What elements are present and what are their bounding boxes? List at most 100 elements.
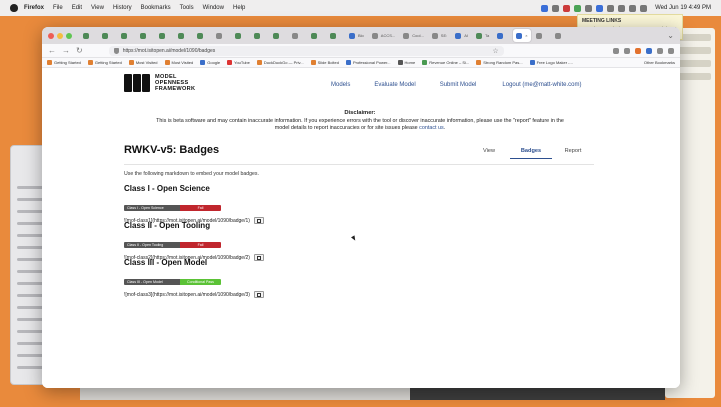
browser-tab[interactable]: AI <box>452 29 471 42</box>
nav-evaluate-link[interactable]: Evaluate Model <box>374 82 415 88</box>
tray-app-icon[interactable] <box>585 4 593 12</box>
menu-view[interactable]: View <box>91 5 104 11</box>
browser-tab[interactable] <box>251 29 268 42</box>
close-window-button[interactable] <box>48 32 54 39</box>
shield-icon[interactable] <box>113 47 119 54</box>
browser-tab[interactable] <box>552 29 569 42</box>
browser-tab[interactable] <box>194 29 211 42</box>
pocket-icon[interactable] <box>613 47 619 54</box>
bookmark-item[interactable]: Most Visited <box>164 60 193 65</box>
reload-icon[interactable]: ↻ <box>76 46 83 55</box>
nav-models-link[interactable]: Models <box>331 82 350 88</box>
site-header: MODEL OPENNESS FRAMEWORK Models Evaluate… <box>124 74 604 100</box>
extension-icon[interactable] <box>646 47 652 54</box>
browser-tab[interactable]: ACCS... <box>369 29 398 42</box>
bookmark-item[interactable]: Professional Power... <box>345 60 391 65</box>
extension-icon[interactable] <box>635 47 641 54</box>
browser-tab[interactable]: × <box>513 29 531 42</box>
bookmark-item[interactable]: YouTube <box>227 60 250 65</box>
favicon-icon <box>197 32 203 39</box>
bookmark-item[interactable]: Google <box>200 60 220 65</box>
url-text[interactable]: https://mot.isitopen.ai/model/1090/badge… <box>123 48 216 54</box>
menu-clock[interactable]: Wed Jun 19 4:49 PM <box>655 5 711 11</box>
tab-list-icon[interactable]: ⌄ <box>667 31 674 40</box>
browser-tab[interactable] <box>137 29 154 42</box>
browser-tab[interactable] <box>308 29 325 42</box>
tray-app-icon[interactable] <box>574 4 582 12</box>
browser-tab[interactable] <box>156 29 173 42</box>
favicon-icon <box>371 32 378 39</box>
browser-tab[interactable] <box>533 29 550 42</box>
bookmark-item[interactable]: Revenue Online – Si... <box>422 60 469 65</box>
bookmark-item[interactable]: Getting Started <box>47 60 81 65</box>
bookmark-item[interactable]: DuckDuckGo — Priv... <box>256 60 304 65</box>
wifi-icon[interactable] <box>607 4 615 12</box>
address-bar[interactable]: https://mot.isitopen.ai/model/1090/badge… <box>108 45 504 56</box>
contact-us-link[interactable]: contact us <box>419 125 444 131</box>
tray-app-icon[interactable] <box>596 4 604 12</box>
menu-history[interactable]: History <box>113 5 132 11</box>
menu-window[interactable]: Window <box>203 5 224 11</box>
browser-tab[interactable] <box>494 29 511 42</box>
tab-label: Cool... <box>412 33 424 38</box>
tray-app-icon[interactable] <box>563 4 571 12</box>
minimize-window-button[interactable] <box>57 32 63 39</box>
menu-icon[interactable] <box>668 47 674 54</box>
tab-label: Blo <box>358 33 364 38</box>
nav-logout-link[interactable]: Logout (me@matt-white.com) <box>502 82 581 88</box>
browser-tab[interactable] <box>213 29 230 42</box>
other-bookmarks[interactable]: Other Bookmarks <box>644 60 675 65</box>
badge-section-class1: Class I - Open Science Class I - Open Sc… <box>124 184 264 224</box>
copy-icon[interactable] <box>253 291 264 298</box>
battery-icon[interactable] <box>618 4 626 12</box>
bookmarks-toolbar: Getting Started Getting Started Most Visit… <box>42 58 680 68</box>
back-icon[interactable]: ← <box>48 46 56 55</box>
browser-tab[interactable] <box>232 29 249 42</box>
bookmark-favicon-icon <box>476 60 482 65</box>
browser-tab[interactable] <box>175 29 192 42</box>
bookmark-star-icon[interactable]: ☆ <box>492 47 498 55</box>
browser-tab[interactable]: SE: <box>429 29 450 42</box>
browser-tab[interactable] <box>327 29 344 42</box>
downloads-icon[interactable] <box>624 47 630 54</box>
tab-report[interactable]: Report <box>552 148 594 159</box>
menu-edit[interactable]: Edit <box>72 5 82 11</box>
browser-tab[interactable]: Cool... <box>400 29 427 42</box>
status-tray: Wed Jun 19 4:49 PM <box>541 4 711 12</box>
bookmark-item[interactable]: Home <box>397 60 415 65</box>
browser-tab[interactable] <box>289 29 306 42</box>
tray-app-icon[interactable] <box>541 4 549 12</box>
bookmark-item[interactable]: Strong Random Pas... <box>476 60 523 65</box>
forward-icon[interactable]: → <box>62 46 70 55</box>
bookmark-item[interactable]: Slide Bolted <box>310 60 339 65</box>
favicon-icon <box>273 32 279 39</box>
menu-file[interactable]: File <box>53 5 63 11</box>
browser-tab[interactable] <box>118 29 135 42</box>
menu-help[interactable]: Help <box>233 5 245 11</box>
mof-logo[interactable]: MODEL OPENNESS FRAMEWORK <box>124 74 195 92</box>
browser-tab[interactable]: Ta <box>473 29 492 42</box>
tray-app-icon[interactable] <box>552 4 560 12</box>
tab-badges[interactable]: Badges <box>510 148 552 159</box>
menu-bookmarks[interactable]: Bookmarks <box>141 5 171 11</box>
bookmark-item[interactable]: Most Visited <box>128 60 158 65</box>
zoom-window-button[interactable] <box>66 32 72 39</box>
bookmark-item[interactable]: Getting Started <box>87 60 122 65</box>
favicon-icon <box>554 32 561 39</box>
menu-tools[interactable]: Tools <box>180 5 194 11</box>
tab-view[interactable]: View <box>468 148 510 159</box>
apple-icon[interactable] <box>10 4 18 12</box>
search-icon[interactable] <box>629 4 637 12</box>
nav-submit-link[interactable]: Submit Model <box>440 82 477 88</box>
markdown-text[interactable]: ![mof-class3](https://mot.isitopen.ai/mo… <box>124 292 250 298</box>
badge-section-class2: Class II - Open Tooling Class II - Open … <box>124 221 264 261</box>
bookmark-item[interactable]: Free Logo Maker -... <box>529 60 573 65</box>
menu-app-firefox[interactable]: Firefox <box>24 5 44 11</box>
browser-tab[interactable] <box>270 29 287 42</box>
browser-tab[interactable]: Blo <box>346 29 367 42</box>
control-center-icon[interactable] <box>640 4 648 12</box>
browser-tab[interactable] <box>99 29 116 42</box>
tab-label: AI <box>464 33 469 38</box>
browser-tab[interactable] <box>80 29 97 42</box>
extensions-icon[interactable] <box>657 47 663 54</box>
